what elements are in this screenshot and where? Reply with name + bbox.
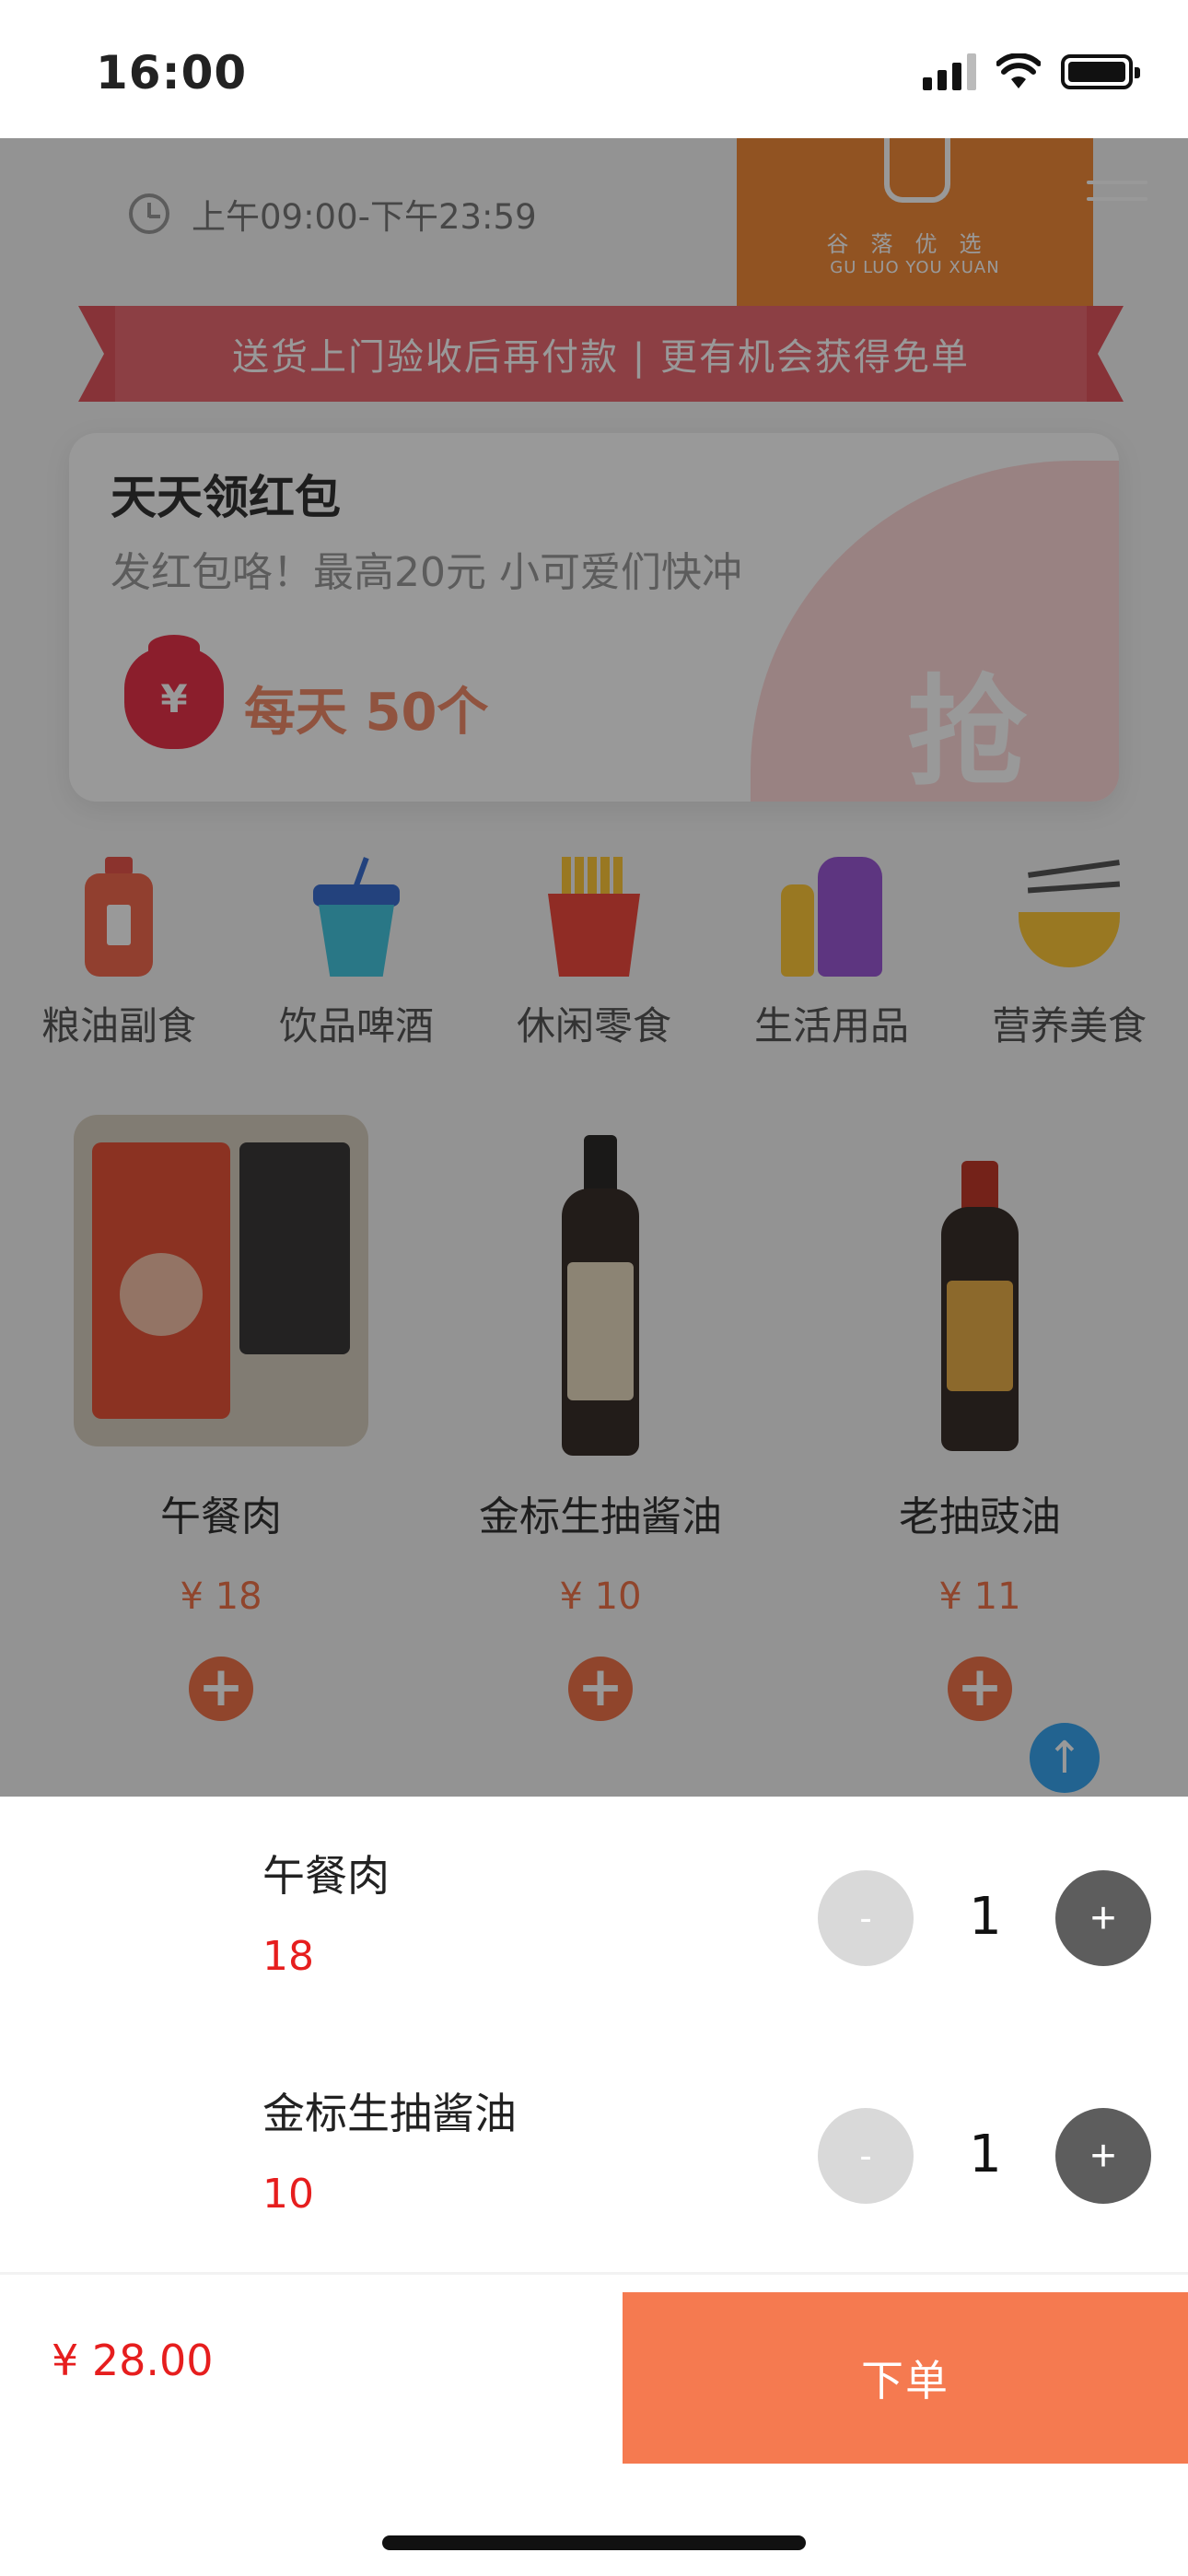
divider	[0, 2272, 1188, 2275]
status-time: 16:00	[96, 46, 248, 100]
cart-item-price: 18	[262, 1933, 314, 1980]
wifi-icon	[996, 53, 1041, 88]
cart-item-name: 午餐肉	[262, 1851, 390, 1901]
cart-item-name: 金标生抽酱油	[262, 2089, 517, 2138]
decrease-quantity-button[interactable]: -	[818, 2108, 914, 2204]
increase-quantity-button[interactable]: +	[1055, 1870, 1151, 1966]
quantity-value: 1	[969, 1887, 1002, 1947]
cart-sheet: 午餐肉 18 - 1 + 金标生抽酱油 10 - 1 + ¥ 28.00 下单	[0, 1797, 1188, 2576]
quantity-value: 1	[969, 2125, 1002, 2184]
cart-total: ¥ 28.00	[52, 2336, 214, 2385]
cart-item: 金标生抽酱油 10 - 1 +	[0, 2034, 1188, 2274]
home-indicator[interactable]	[382, 2535, 806, 2550]
status-bar: 16:00	[0, 0, 1188, 138]
battery-icon	[1061, 54, 1140, 89]
place-order-button[interactable]: 下单	[623, 2292, 1188, 2464]
cellular-signal-icon	[923, 53, 976, 90]
increase-quantity-button[interactable]: +	[1055, 2108, 1151, 2204]
cart-item-price: 10	[262, 2171, 314, 2218]
modal-backdrop[interactable]	[0, 138, 1188, 1797]
decrease-quantity-button[interactable]: -	[818, 1870, 914, 1966]
cart-item: 午餐肉 18 - 1 +	[0, 1797, 1188, 2036]
status-icons	[923, 53, 1140, 90]
